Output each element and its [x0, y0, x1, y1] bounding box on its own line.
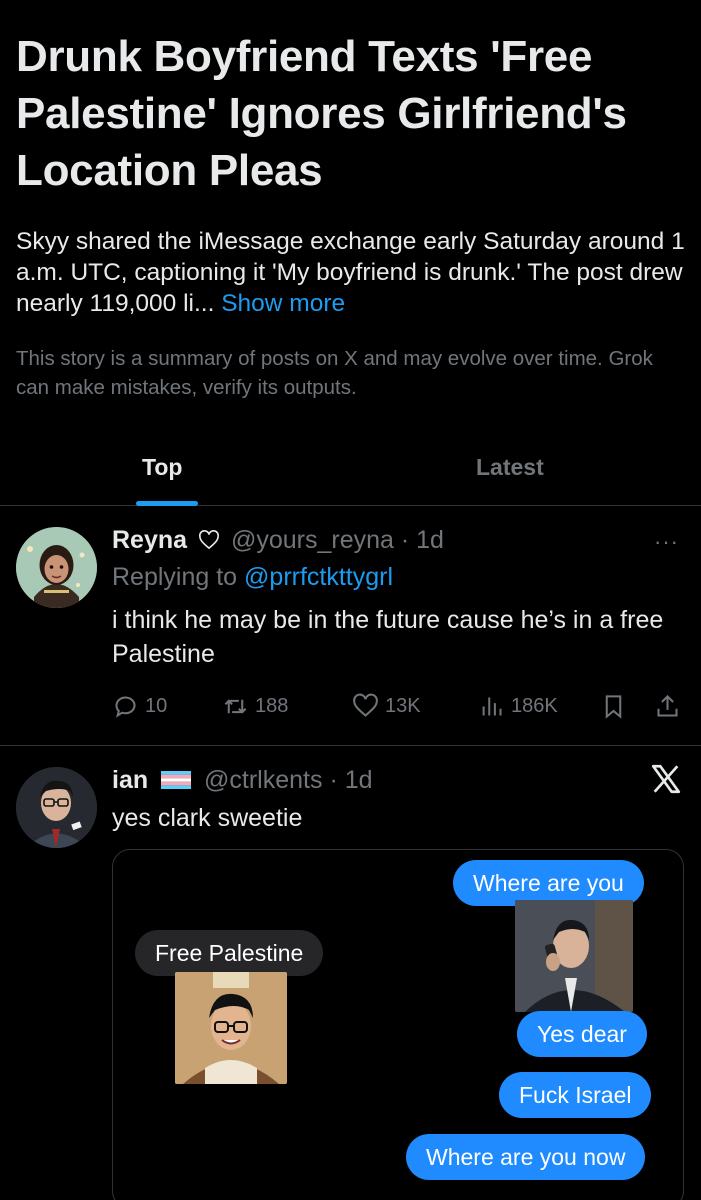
replying-to: Replying to @prrfctkttygrl: [112, 563, 393, 592]
author-name[interactable]: ian: [112, 766, 148, 794]
post-time[interactable]: 1d: [416, 526, 444, 554]
post-time[interactable]: 1d: [345, 766, 373, 794]
meta-separator: ·: [322, 766, 345, 794]
transgender-flag-icon: [161, 771, 192, 789]
story-summary-text: Skyy shared the iMessage exchange early …: [16, 228, 685, 317]
tab-latest[interactable]: Latest: [476, 454, 544, 481]
comic-panel-clark: [175, 972, 287, 1084]
views-button[interactable]: 186K: [478, 693, 558, 720]
like-button[interactable]: 13K: [352, 693, 421, 720]
post-media-screenshot[interactable]: Where are you Free Palestine Yes dear Fu…: [112, 849, 684, 1200]
heart-icon: [353, 693, 378, 717]
more-options-icon[interactable]: ···: [654, 529, 679, 555]
author-handle[interactable]: @yours_reyna: [231, 526, 394, 554]
active-tab-indicator: [136, 501, 198, 506]
avatar[interactable]: [16, 527, 97, 608]
comic-illustration: [515, 900, 633, 1012]
post-text: yes clark sweetie: [112, 804, 303, 832]
comic-illustration: [175, 972, 287, 1084]
post-meta: ian @ctrlkents · 1d: [112, 763, 373, 797]
message-bubble-sent: Where are you now: [406, 1134, 646, 1180]
views-icon: [482, 697, 502, 716]
bookmark-button[interactable]: [600, 693, 633, 720]
story-disclaimer: This story is a summary of posts on X an…: [16, 347, 653, 399]
reply-icon: [115, 696, 136, 718]
share-icon: [657, 694, 678, 717]
like-count: 13K: [385, 695, 421, 717]
author-name[interactable]: Reyna: [112, 526, 187, 554]
repost-icon: [224, 699, 247, 714]
meta-separator: ·: [393, 526, 417, 554]
heart-outline-icon: [199, 530, 219, 550]
repost-count: 188: [255, 695, 289, 717]
views-count: 186K: [511, 695, 558, 717]
message-bubble-sent: Yes dear: [517, 1011, 647, 1057]
avatar[interactable]: [16, 767, 97, 848]
post-reyna[interactable]: Reyna @yours_reyna · 1d ··· Replying to …: [0, 507, 701, 746]
reply-button[interactable]: 10: [112, 693, 167, 720]
replying-label: Replying to: [112, 563, 238, 591]
message-bubble-sent: Fuck Israel: [499, 1072, 652, 1118]
x-logo-icon: [651, 764, 681, 794]
post-text: i think he may be in the future cause he…: [112, 606, 664, 668]
post-actions: 10 188 13K 186K: [112, 693, 687, 727]
author-handle[interactable]: @ctrlkents: [204, 766, 322, 794]
post-meta: Reyna @yours_reyna · 1d: [112, 523, 444, 557]
avatar-illustration: [16, 767, 97, 848]
replying-to-handle[interactable]: @prrfctkttygrl: [244, 563, 393, 591]
story-summary: Skyy shared the iMessage exchange early …: [16, 226, 686, 319]
story-headline: Drunk Boyfriend Texts 'Free Palestine' I…: [16, 32, 627, 195]
share-button[interactable]: [654, 693, 687, 720]
message-bubble-received: Free Palestine: [135, 930, 324, 976]
avatar-illustration: [16, 527, 97, 608]
post-ian[interactable]: ian @ctrlkents · 1d yes clark sweetie Wh…: [0, 747, 701, 1200]
bookmark-icon: [605, 695, 622, 719]
tab-top[interactable]: Top: [142, 454, 182, 481]
comic-panel-phone-call: [515, 900, 633, 1012]
show-more-link[interactable]: Show more: [221, 290, 345, 317]
repost-button[interactable]: 188: [222, 693, 288, 720]
feed-tabs: Top Latest: [0, 440, 701, 506]
reply-count: 10: [145, 695, 168, 717]
